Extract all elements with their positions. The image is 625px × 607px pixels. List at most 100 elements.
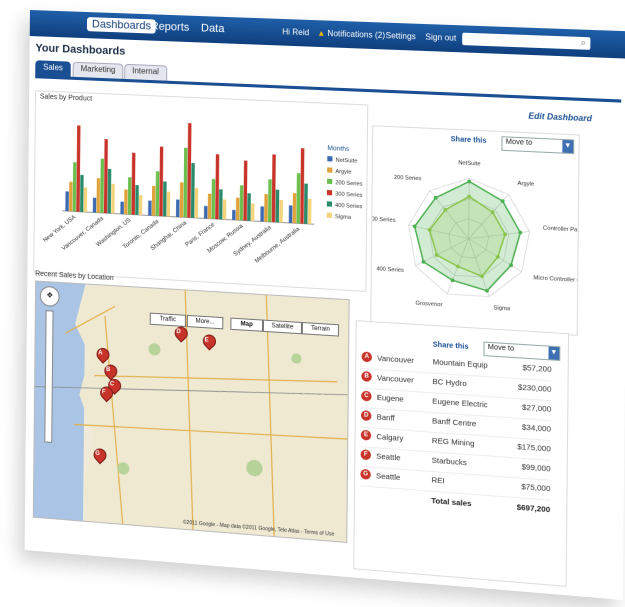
map-traffic-button[interactable]: Traffic — [149, 312, 186, 327]
row-amount: $99,000 — [521, 461, 551, 474]
map-type-satellite-button[interactable]: Satellite — [262, 319, 302, 335]
bar[interactable] — [65, 190, 69, 211]
row-company: Starbucks — [431, 455, 467, 468]
bar[interactable] — [138, 195, 143, 216]
bar[interactable] — [159, 146, 164, 217]
legend-title: Months — [327, 145, 349, 153]
bar[interactable] — [239, 185, 244, 221]
chevron-down-icon: ▼ — [548, 346, 560, 360]
row-marker-icon: D — [360, 410, 372, 422]
bar[interactable] — [292, 192, 297, 224]
bar[interactable] — [135, 185, 139, 215]
bar[interactable] — [127, 177, 132, 215]
bar[interactable] — [264, 194, 268, 222]
bar[interactable] — [211, 178, 216, 219]
radar-axis-label: 200 Series — [394, 175, 422, 183]
bar[interactable] — [203, 205, 208, 219]
bell-icon: ▲ — [317, 28, 326, 38]
bar[interactable] — [92, 197, 97, 213]
row-city: Calgary — [376, 431, 404, 444]
legend-label: Argyle — [335, 169, 351, 176]
bar[interactable] — [107, 168, 112, 214]
row-company: REG Mining — [431, 435, 475, 449]
bar[interactable] — [300, 148, 305, 224]
bar[interactable] — [218, 189, 223, 220]
nav-data[interactable]: Data — [201, 22, 225, 35]
bar[interactable] — [179, 182, 184, 218]
bar[interactable] — [247, 193, 251, 221]
bar[interactable] — [232, 209, 236, 221]
settings-link[interactable]: Settings — [386, 31, 416, 41]
row-amount: $230,000 — [517, 382, 552, 394]
row-amount: $27,000 — [522, 402, 552, 414]
bar[interactable] — [83, 187, 88, 213]
row-city: Banff — [376, 412, 395, 423]
legend-swatch — [326, 189, 333, 196]
bar[interactable] — [175, 199, 180, 218]
zoom-slider[interactable] — [44, 310, 54, 443]
notifications-label: Notifications (2) — [327, 28, 386, 41]
bar[interactable] — [215, 154, 220, 220]
radar-axis-label: Controller Package — [543, 226, 579, 235]
bar[interactable] — [304, 183, 308, 224]
stage: Dashboards Reports Data Hi Reid ▲ Notific… — [0, 0, 625, 607]
row-amount: $175,000 — [517, 441, 551, 454]
bar[interactable] — [162, 181, 167, 217]
bar[interactable] — [75, 124, 81, 211]
total-label: Total sales — [431, 495, 472, 509]
bar[interactable] — [131, 152, 136, 215]
signout-link[interactable]: Sign out — [425, 32, 456, 42]
map-more-button[interactable]: More... — [186, 314, 224, 330]
notifications-link[interactable]: ▲ Notifications (2) — [317, 28, 385, 40]
search-input[interactable]: ⌕ — [462, 32, 591, 50]
bar[interactable] — [100, 158, 105, 214]
bar[interactable] — [79, 174, 84, 212]
bar[interactable] — [267, 179, 272, 222]
row-marker-icon: B — [361, 370, 372, 382]
bar[interactable] — [111, 183, 115, 214]
bar[interactable] — [279, 199, 283, 223]
bar[interactable] — [207, 193, 212, 219]
sales-map[interactable]: ✥ Traffic More... Map Satellite Terrain … — [32, 280, 350, 543]
bar[interactable] — [250, 203, 255, 222]
radar-axis-label: NetSuite — [458, 160, 480, 167]
sales-rows: A Vancouver Mountain Equip $57,200 B Vancouve… — [360, 349, 552, 501]
bar[interactable] — [222, 199, 227, 220]
map-pin-label: G — [95, 450, 100, 458]
bar[interactable] — [183, 147, 188, 218]
bar[interactable] — [235, 197, 240, 221]
bar[interactable] — [72, 161, 77, 211]
bar[interactable] — [103, 139, 108, 214]
bar[interactable] — [243, 160, 248, 221]
bar[interactable] — [124, 189, 128, 215]
bar[interactable] — [166, 191, 171, 217]
nav-reports[interactable]: Reports — [151, 20, 190, 34]
bar[interactable] — [275, 189, 280, 223]
pan-control[interactable]: ✥ — [39, 285, 60, 308]
bar[interactable] — [271, 154, 276, 223]
bar[interactable] — [187, 123, 192, 218]
bar[interactable] — [307, 198, 312, 225]
bar[interactable] — [96, 178, 101, 213]
row-amount: $34,000 — [521, 422, 552, 434]
edit-dashboard-link[interactable]: Edit Dashboard — [528, 111, 592, 123]
legend-label: 400 Series — [335, 203, 363, 211]
map-type-map-button[interactable]: Map — [230, 317, 264, 332]
legend-label: Sigma — [335, 214, 352, 221]
legend-swatch — [326, 201, 333, 207]
bar[interactable] — [68, 181, 73, 212]
nav-dashboards[interactable]: Dashboards — [86, 17, 157, 34]
sales-by-product-panel: Sales by Product New York, USA Vancouver,… — [33, 90, 369, 292]
bar[interactable] — [120, 201, 124, 215]
bar[interactable] — [194, 188, 199, 219]
radar-axis-label: Sigma — [494, 305, 512, 312]
bar[interactable] — [288, 205, 293, 224]
bar[interactable] — [260, 206, 264, 222]
map-pin-label: F — [101, 389, 106, 396]
bar[interactable] — [190, 162, 195, 218]
bar[interactable] — [296, 173, 301, 224]
bar[interactable] — [148, 200, 152, 216]
map-type-terrain-button[interactable]: Terrain — [301, 321, 340, 337]
bar[interactable] — [155, 171, 160, 216]
bar[interactable] — [151, 185, 156, 216]
